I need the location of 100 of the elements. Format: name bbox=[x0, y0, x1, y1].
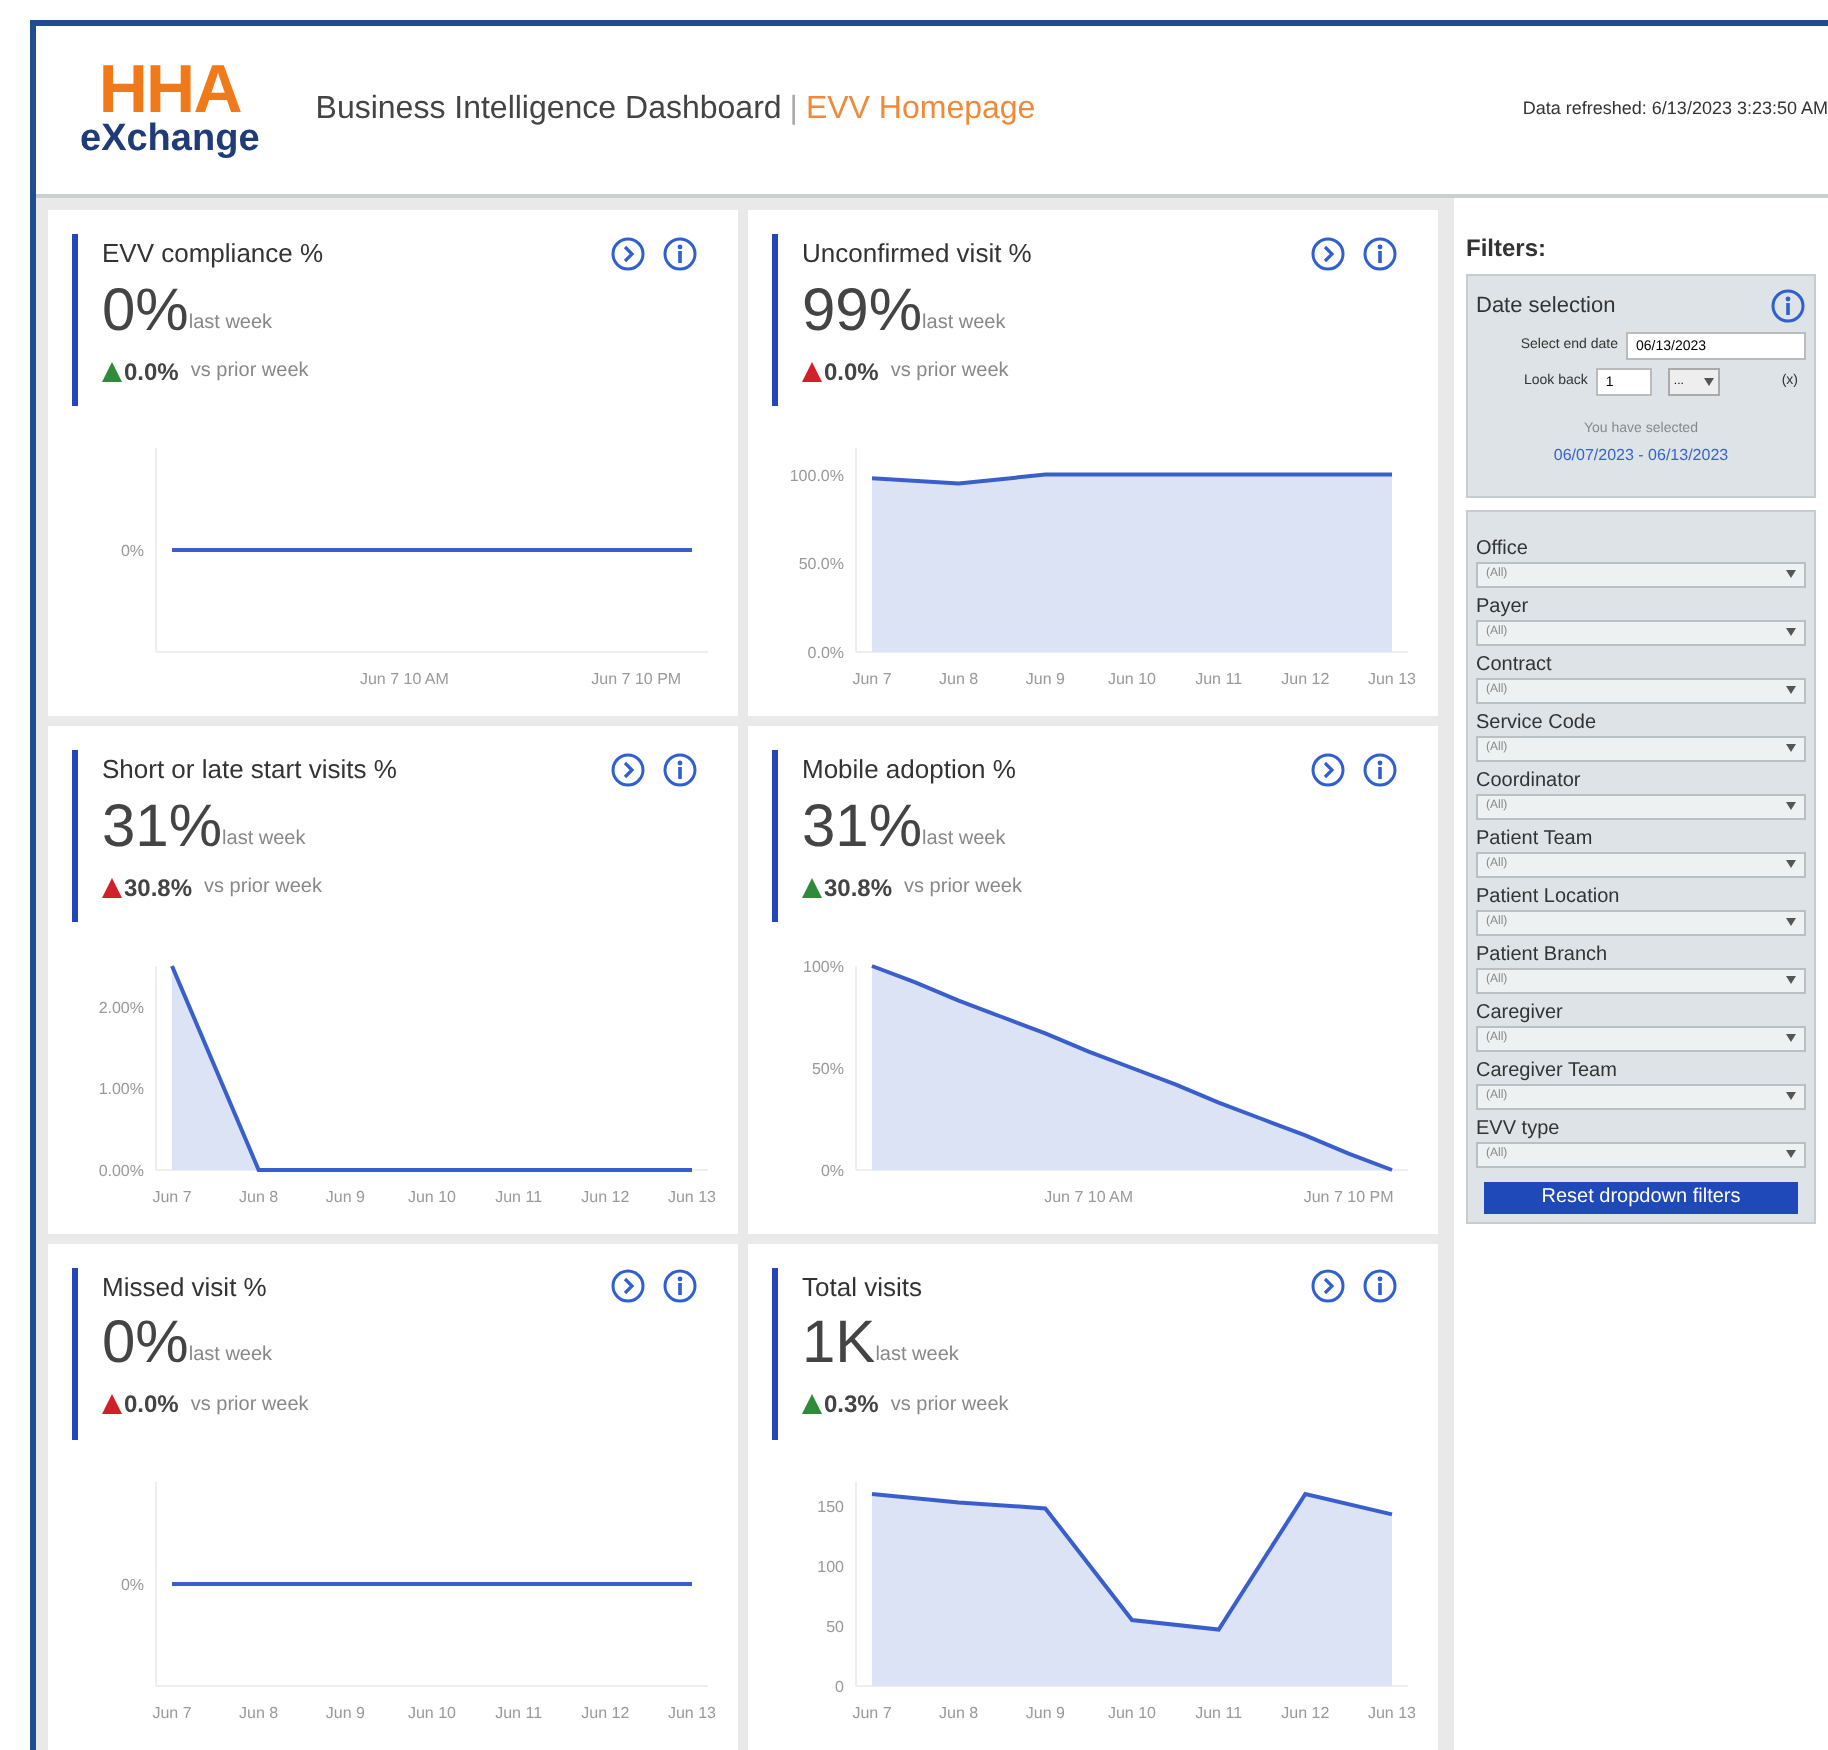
delta-value: 0.3% bbox=[824, 1388, 879, 1423]
page-subtitle: EVV Homepage bbox=[805, 90, 1036, 130]
comparison-label: vs prior week bbox=[204, 874, 322, 903]
filter-label: Caregiver Team bbox=[1476, 1057, 1619, 1083]
chevron-circle-icon[interactable] bbox=[1310, 752, 1346, 789]
info-icon[interactable] bbox=[662, 1268, 698, 1305]
caret-icon bbox=[1786, 744, 1796, 752]
info-icon[interactable] bbox=[662, 752, 698, 789]
card-title: Total visits bbox=[802, 1269, 922, 1306]
axis-label: 0 bbox=[835, 1677, 844, 1696]
axis-label: 50% bbox=[811, 1059, 844, 1078]
filter-label: Office bbox=[1476, 535, 1530, 561]
filter-label: Patient Location bbox=[1476, 883, 1622, 909]
axis-label: 0% bbox=[820, 1161, 844, 1180]
axis-label: 100 bbox=[817, 1557, 844, 1576]
kpi-value: 31% bbox=[802, 793, 923, 862]
caret-icon bbox=[1786, 860, 1796, 868]
axis-label: 50.0% bbox=[798, 555, 844, 574]
info-icon[interactable] bbox=[1770, 288, 1806, 324]
axis-label: 0.00% bbox=[98, 1161, 144, 1180]
axis-label: Jun 7 10 AM bbox=[1044, 1187, 1134, 1206]
axis-label: 0% bbox=[120, 542, 144, 561]
chevron-circle-icon[interactable] bbox=[610, 235, 646, 272]
axis-label: Jun 10 bbox=[407, 1703, 457, 1722]
filter-label: Patient Branch bbox=[1476, 941, 1610, 967]
card-title: Short or late start visits % bbox=[102, 752, 397, 789]
reset-filters-button[interactable]: Reset dropdown filters bbox=[1484, 1181, 1798, 1213]
delta-value: 30.8% bbox=[824, 871, 893, 906]
delta-value: 0.0% bbox=[124, 1388, 179, 1423]
period-label: last week bbox=[188, 309, 273, 337]
axis-label: Jun 7 10 PM bbox=[591, 670, 682, 689]
info-icon[interactable] bbox=[1362, 752, 1398, 789]
axis-label: Jun 9 bbox=[325, 1187, 365, 1206]
title-separator: | bbox=[789, 90, 798, 130]
period-label: last week bbox=[222, 825, 306, 854]
delta-value: 30.8% bbox=[124, 871, 193, 906]
axis-label: Jun 12 bbox=[581, 1187, 630, 1206]
axis-label: Jun 7 bbox=[852, 1703, 892, 1722]
kpi-value: 0% bbox=[102, 277, 189, 345]
filter-label: Patient Team bbox=[1476, 825, 1595, 851]
comparison-label: vs prior week bbox=[904, 874, 1022, 903]
kpi-value: 31% bbox=[102, 793, 223, 862]
axis-label: Jun 7 bbox=[852, 670, 892, 689]
axis-label: Jun 8 bbox=[939, 1703, 979, 1722]
info-icon[interactable] bbox=[1362, 235, 1398, 272]
caret-icon bbox=[1786, 570, 1796, 578]
axis-label: 0% bbox=[120, 1575, 144, 1594]
selected-range: 06/07/2023 - 06/13/2023 bbox=[1551, 443, 1731, 467]
delta-value: 0.0% bbox=[124, 355, 179, 389]
filter-label: EVV type bbox=[1476, 1115, 1562, 1141]
filter-label: Contract bbox=[1476, 651, 1554, 677]
kpi-value: 1K bbox=[802, 1310, 876, 1379]
axis-label: Jun 13 bbox=[667, 1703, 717, 1722]
caret-icon bbox=[1786, 1150, 1796, 1158]
chevron-circle-icon[interactable] bbox=[1310, 235, 1346, 272]
axis-label: 100% bbox=[803, 957, 844, 976]
axis-label: Jun 11 bbox=[495, 1187, 543, 1206]
card-title: Unconfirmed visit % bbox=[802, 236, 1032, 272]
axis-label: Jun 7 10 AM bbox=[359, 670, 449, 689]
axis-label: Jun 11 bbox=[1195, 1703, 1243, 1722]
period-label: last week bbox=[875, 1342, 959, 1371]
caret-icon bbox=[1786, 628, 1796, 636]
card-title: Missed visit % bbox=[102, 1269, 267, 1306]
filter-label: Caregiver bbox=[1476, 999, 1565, 1025]
chevron-circle-icon[interactable] bbox=[1310, 1268, 1346, 1305]
axis-label: 150 bbox=[817, 1497, 844, 1516]
axis-label: Jun 11 bbox=[1195, 670, 1243, 689]
axis-label: Jun 12 bbox=[1281, 670, 1330, 689]
caret-icon bbox=[1786, 802, 1796, 810]
kpi-value: 99% bbox=[802, 277, 923, 345]
period-label: last week bbox=[188, 1342, 273, 1371]
axis-label: Jun 13 bbox=[1367, 670, 1417, 689]
comparison-label: vs prior week bbox=[190, 358, 309, 386]
logo: HHA eXchange bbox=[80, 60, 260, 160]
caret-icon bbox=[1786, 976, 1796, 984]
comparison-label: vs prior week bbox=[890, 1391, 1009, 1420]
axis-label: Jun 7 10 PM bbox=[1303, 1187, 1394, 1206]
axis-label: Jun 8 bbox=[239, 1187, 279, 1206]
caret-icon bbox=[1786, 918, 1796, 926]
caret-icon bbox=[1703, 378, 1714, 386]
axis-label: Jun 8 bbox=[239, 1703, 279, 1722]
axis-label: Jun 10 bbox=[1107, 1703, 1157, 1722]
info-icon[interactable] bbox=[1362, 1268, 1398, 1305]
axis-label: Jun 13 bbox=[667, 1187, 717, 1206]
axis-label: 100.0% bbox=[789, 467, 844, 486]
caret-icon bbox=[1786, 1034, 1796, 1042]
filters-heading: Filters: bbox=[1466, 232, 1549, 266]
section-title: Date selection bbox=[1476, 291, 1616, 322]
axis-label: Jun 9 bbox=[325, 1703, 365, 1722]
card-title: EVV compliance % bbox=[102, 236, 324, 272]
chevron-circle-icon[interactable] bbox=[610, 752, 646, 789]
filter-label: Service Code bbox=[1476, 709, 1599, 735]
info-icon[interactable] bbox=[662, 235, 698, 272]
axis-label: Jun 10 bbox=[1107, 670, 1157, 689]
axis-label: Jun 7 bbox=[152, 1703, 192, 1722]
delta-value: 0.0% bbox=[824, 355, 879, 389]
kpi-value: 0% bbox=[102, 1310, 189, 1379]
chevron-circle-icon[interactable] bbox=[610, 1268, 646, 1305]
axis-label: Jun 12 bbox=[581, 1703, 630, 1722]
caret-icon bbox=[1786, 686, 1796, 694]
